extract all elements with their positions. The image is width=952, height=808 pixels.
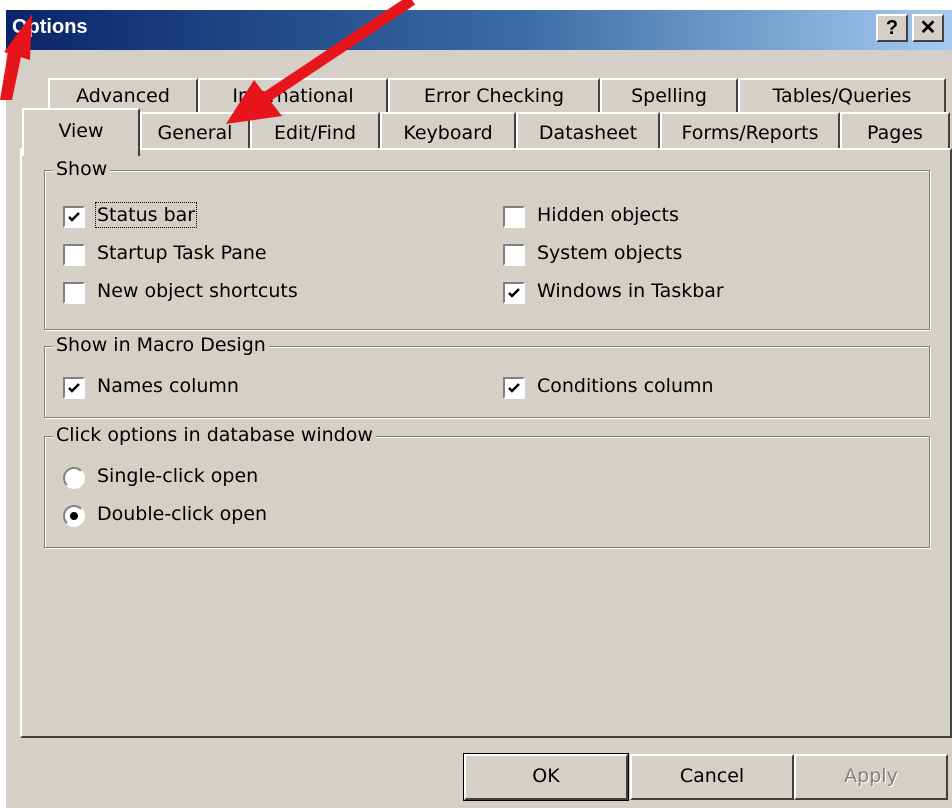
tab-international[interactable]: International xyxy=(198,78,388,112)
tab-advanced[interactable]: Advanced xyxy=(48,78,198,112)
show-group: Show Status bar Startup Task Pane New ob… xyxy=(44,158,930,330)
macro-design-group: Show in Macro Design Names column Condit… xyxy=(44,334,930,418)
checkmark-icon xyxy=(508,383,520,393)
checkmark-icon xyxy=(508,288,520,298)
tab-error-checking[interactable]: Error Checking xyxy=(388,78,600,112)
single-click-label[interactable]: Single-click open xyxy=(97,465,258,487)
apply-button[interactable]: Apply xyxy=(794,754,948,800)
click-options-group: Click options in database window Single-… xyxy=(44,424,930,548)
checkmark-icon xyxy=(68,383,80,393)
conditions-column-checkbox[interactable] xyxy=(503,377,525,399)
tab-view[interactable]: View xyxy=(22,108,140,156)
options-dialog: Options ? ✕ Advanced International Error… xyxy=(4,8,952,808)
double-click-label[interactable]: Double-click open xyxy=(97,503,267,525)
new-object-shortcuts-checkbox[interactable] xyxy=(63,282,85,304)
system-objects-label[interactable]: System objects xyxy=(537,242,682,264)
tab-edit-find[interactable]: Edit/Find xyxy=(250,112,380,150)
startup-task-pane-label[interactable]: Startup Task Pane xyxy=(97,242,267,264)
double-click-radio[interactable] xyxy=(63,505,85,527)
tab-datasheet[interactable]: Datasheet xyxy=(516,112,660,150)
tab-general[interactable]: General xyxy=(140,112,250,150)
hidden-objects-label[interactable]: Hidden objects xyxy=(537,204,679,226)
tab-spelling[interactable]: Spelling xyxy=(600,78,738,112)
tab-keyboard[interactable]: Keyboard xyxy=(380,112,516,150)
single-click-radio[interactable] xyxy=(63,467,85,489)
close-button[interactable]: ✕ xyxy=(912,14,944,42)
new-object-shortcuts-label[interactable]: New object shortcuts xyxy=(97,280,298,302)
tab-tables-queries[interactable]: Tables/Queries xyxy=(738,78,946,112)
checkmark-icon xyxy=(68,212,80,222)
tab-forms-reports[interactable]: Forms/Reports xyxy=(660,112,840,150)
tab-pages[interactable]: Pages xyxy=(840,112,950,150)
names-column-checkbox[interactable] xyxy=(63,377,85,399)
status-bar-checkbox[interactable] xyxy=(63,206,85,228)
hidden-objects-checkbox[interactable] xyxy=(503,206,525,228)
windows-in-taskbar-checkbox[interactable] xyxy=(503,282,525,304)
system-objects-checkbox[interactable] xyxy=(503,244,525,266)
windows-in-taskbar-label[interactable]: Windows in Taskbar xyxy=(537,280,724,302)
names-column-label[interactable]: Names column xyxy=(97,375,239,397)
status-bar-label[interactable]: Status bar xyxy=(94,202,198,228)
show-group-title: Show xyxy=(53,158,111,180)
click-options-group-title: Click options in database window xyxy=(53,424,376,446)
startup-task-pane-checkbox[interactable] xyxy=(63,244,85,266)
view-tab-panel: Show Status bar Startup Task Pane New ob… xyxy=(20,148,952,738)
radio-selected-dot xyxy=(70,512,78,520)
cancel-button[interactable]: Cancel xyxy=(630,754,794,800)
title-bar[interactable]: Options ? ✕ xyxy=(6,10,952,50)
ok-button[interactable]: OK xyxy=(463,753,629,801)
dialog-title: Options xyxy=(12,16,88,38)
macro-design-group-title: Show in Macro Design xyxy=(53,334,269,356)
conditions-column-label[interactable]: Conditions column xyxy=(537,375,714,397)
help-button[interactable]: ? xyxy=(876,14,908,42)
